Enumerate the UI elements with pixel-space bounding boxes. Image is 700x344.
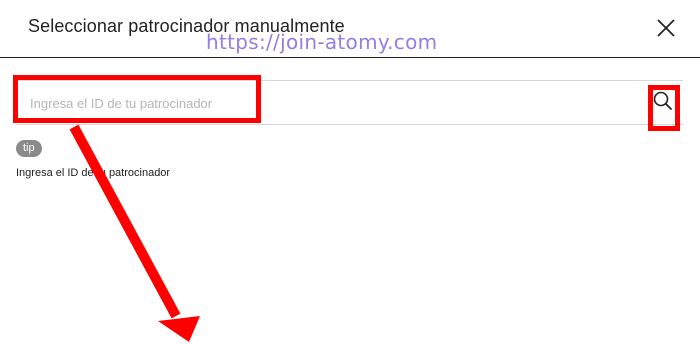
highlight-box-search [648,85,680,131]
sponsor-dialog: Seleccionar patrocinador manualmente htt… [0,0,700,344]
tip-text: Ingresa el ID de tu patrocinador [16,167,171,179]
close-button[interactable] [652,14,680,42]
header-divider [0,57,700,58]
close-icon [657,19,675,37]
highlight-box-input [13,75,261,123]
tip-badge: tip [16,140,42,157]
watermark-text: https://join-atomy.com [206,30,438,54]
